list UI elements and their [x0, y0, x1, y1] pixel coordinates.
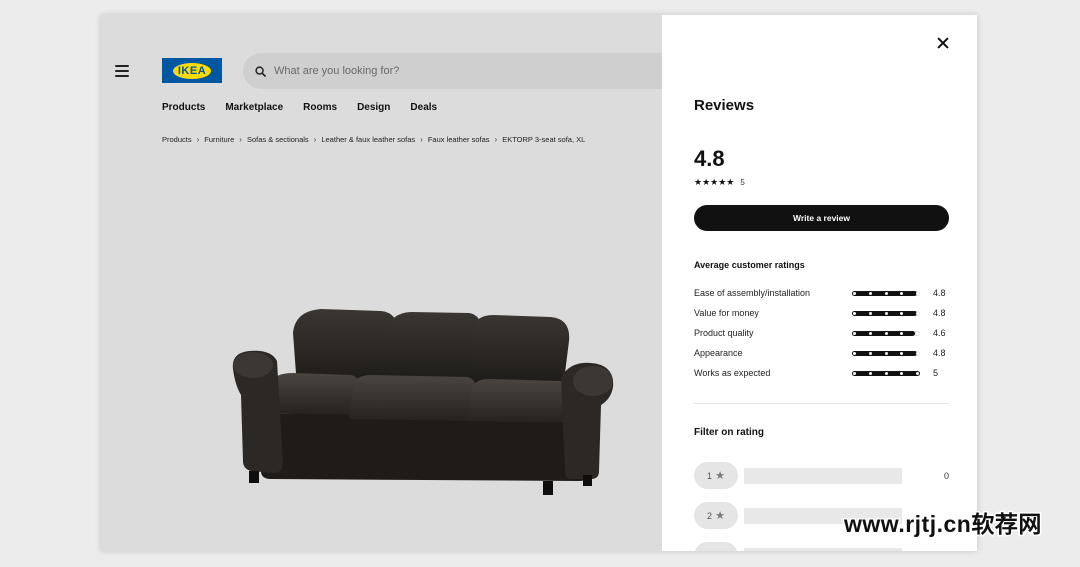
rating-row: Product quality 4.6 [694, 323, 949, 343]
breadcrumb-item[interactable]: Faux leather sofas [428, 135, 490, 144]
sofa-product-image [232, 309, 614, 495]
ikea-logo[interactable]: IKEA [162, 58, 222, 83]
chevron-right-icon: › [313, 135, 317, 144]
nav-rooms[interactable]: Rooms [303, 102, 337, 113]
nav-deals[interactable]: Deals [410, 102, 437, 113]
chevron-right-icon: › [494, 135, 498, 144]
logo-text: IKEA [172, 62, 212, 79]
reviews-panel: Reviews 4.8 ★★★★★ 5 Write a review Avera… [662, 15, 977, 551]
rating-bar [852, 310, 920, 316]
rating-label: Value for money [694, 308, 759, 318]
ratings-list: Ease of assembly/installation 4.8 Value … [694, 283, 949, 383]
rating-label: Ease of assembly/installation [694, 288, 811, 298]
rating-bar [852, 330, 920, 336]
rating-bar [852, 370, 920, 376]
breadcrumb-item[interactable]: Products [162, 135, 192, 144]
star-rating-icon: ★★★★★ [694, 177, 735, 187]
star-icon: ★ [715, 549, 725, 551]
rating-value: 4.8 [933, 288, 946, 298]
filter-count: 0 [943, 470, 949, 481]
chevron-right-icon: › [420, 135, 423, 144]
average-score: 4.8 [694, 146, 725, 171]
stars-summary: ★★★★★ 5 [694, 177, 745, 188]
chevron-right-icon: › [196, 135, 200, 144]
rating-value: 4.8 [933, 348, 946, 358]
avg-ratings-title: Average customer ratings [694, 260, 805, 270]
breadcrumb-item[interactable]: Furniture [204, 135, 234, 144]
nav-marketplace[interactable]: Marketplace [225, 102, 283, 113]
hamburger-menu-icon[interactable] [115, 65, 129, 77]
chevron-right-icon: › [239, 135, 242, 144]
rating-value: 5 [933, 368, 939, 378]
rating-row: Ease of assembly/installation 4.8 [694, 283, 949, 303]
filter-row: 1 ★ 0 [694, 462, 949, 489]
review-count: 5 [740, 178, 745, 187]
search-input[interactable] [274, 65, 574, 77]
filter-chip-label: 2 [707, 510, 713, 521]
search-icon [255, 65, 266, 77]
filter-chip-3[interactable]: 3★ [694, 542, 738, 551]
rating-bar [852, 350, 920, 356]
main-nav: Products Marketplace Rooms Design Deals [162, 102, 437, 113]
filter-bar [744, 467, 902, 484]
filter-chip-2[interactable]: 2 ★ [694, 502, 738, 529]
rating-label: Appearance [694, 348, 743, 358]
star-icon: ★ [715, 510, 725, 522]
filter-title: Filter on rating [694, 427, 764, 438]
write-review-button[interactable]: Write a review [694, 205, 949, 231]
breadcrumb-current: EKTORP 3-seat sofa, XL [502, 135, 586, 144]
rating-label: Product quality [694, 328, 754, 338]
close-icon[interactable] [937, 37, 949, 49]
nav-design[interactable]: Design [357, 102, 390, 113]
filter-chip-label: 3 [707, 551, 712, 552]
panel-title: Reviews [694, 97, 755, 114]
rating-bar [852, 290, 920, 296]
filter-row: 3★ [694, 542, 949, 551]
rating-row: Appearance 4.8 [694, 343, 949, 363]
rating-row: Value for money 4.8 [694, 303, 949, 323]
product-page: IKEA Products Marketplace Rooms Design D… [101, 15, 683, 551]
divider [694, 403, 949, 404]
filter-chip-1[interactable]: 1 ★ [694, 462, 738, 489]
search-bar[interactable] [243, 53, 683, 89]
breadcrumb-item[interactable]: Leather & faux leather sofas [321, 135, 415, 144]
rating-value: 4.8 [933, 308, 946, 318]
rating-value: 4.6 [933, 328, 946, 338]
watermark-text: www.rjtj.cn软荐网 [843, 510, 1043, 539]
rating-row: Works as expected 5 [694, 363, 949, 383]
filter-chip-label: 1 [707, 470, 713, 481]
browser-frame: IKEA Products Marketplace Rooms Design D… [101, 15, 977, 551]
filter-bar [744, 547, 902, 551]
rating-label: Works as expected [694, 368, 771, 378]
nav-products[interactable]: Products [162, 102, 205, 113]
breadcrumb: Products › Furniture › Sofas & sectional… [162, 135, 585, 144]
star-icon: ★ [715, 470, 725, 482]
breadcrumb-item[interactable]: Sofas & sectionals [247, 135, 309, 144]
